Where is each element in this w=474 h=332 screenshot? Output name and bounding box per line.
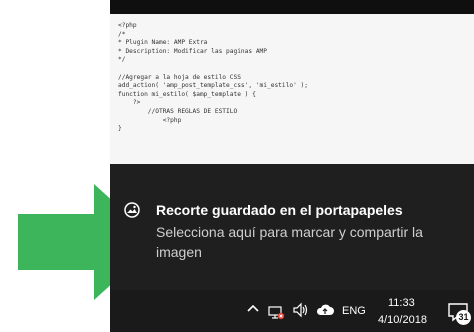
notification-count-badge: 31: [456, 310, 471, 325]
language-indicator[interactable]: ENG: [342, 305, 366, 317]
toast-title: Recorte guardado en el portapapeles: [156, 202, 403, 218]
chevron-up-icon[interactable]: [246, 302, 260, 316]
screenshot-preview[interactable]: <?php /* * Plugin Name: AMP Extra * Desc…: [110, 14, 474, 164]
volume-icon[interactable]: [292, 302, 310, 318]
window-top-strip: [110, 0, 474, 14]
clock-time[interactable]: 11:33: [388, 297, 415, 309]
network-icon[interactable]: [267, 304, 285, 320]
toast-body: Selecciona aquí para marcar y compartir …: [156, 224, 423, 260]
image-icon: [124, 202, 140, 218]
cloud-icon[interactable]: [315, 302, 335, 318]
code-snippet: <?php /* * Plugin Name: AMP Extra * Desc…: [118, 22, 308, 133]
clock-date[interactable]: 4/10/2018: [378, 314, 427, 326]
